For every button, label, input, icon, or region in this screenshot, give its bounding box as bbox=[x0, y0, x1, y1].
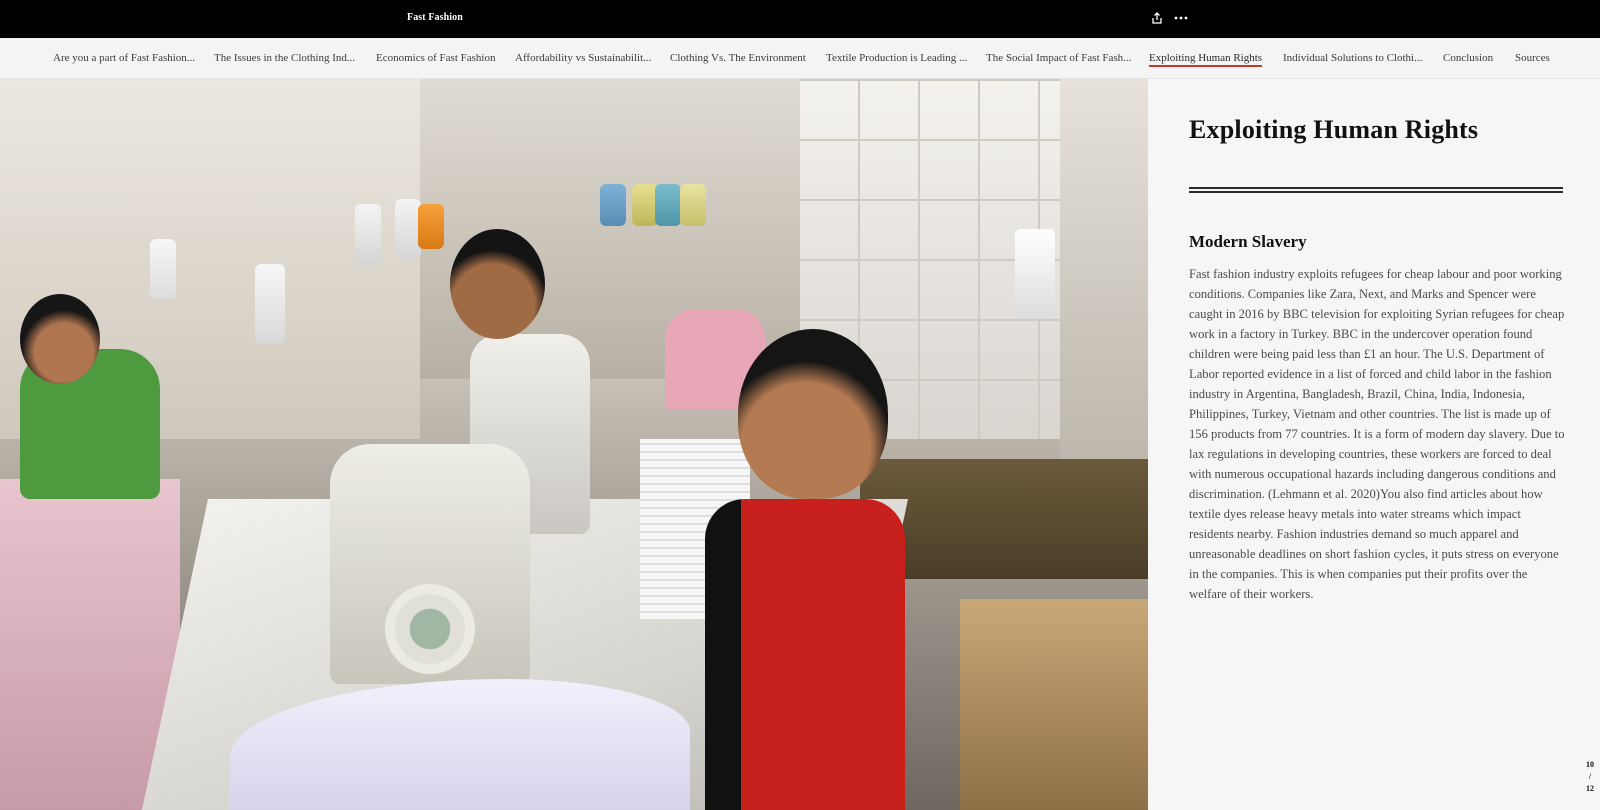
page-indicator: 10 / 12 bbox=[1583, 759, 1597, 795]
nav-item-textile-production[interactable]: Textile Production is Leading ... bbox=[826, 52, 967, 64]
nav-item-affordability[interactable]: Affordability vs Sustainabilit... bbox=[515, 52, 651, 64]
nav-item-exploiting-human-rights[interactable]: Exploiting Human Rights bbox=[1149, 52, 1263, 67]
heading-divider bbox=[1189, 187, 1563, 193]
nav-item-issues-clothing[interactable]: The Issues in the Clothing Ind... bbox=[214, 52, 355, 64]
body-paragraph: Fast fashion industry exploits refugees … bbox=[1189, 267, 1565, 601]
nav-item-sources[interactable]: Sources bbox=[1515, 52, 1550, 64]
main-photo bbox=[0, 79, 1148, 810]
nav-item-clothing-environment[interactable]: Clothing Vs. The Environment bbox=[670, 52, 806, 64]
nav-item-social-impact[interactable]: The Social Impact of Fast Fash... bbox=[986, 52, 1131, 64]
more-icon[interactable] bbox=[1172, 11, 1190, 25]
section-subheading: Modern Slavery bbox=[1189, 232, 1307, 251]
nav-item-economics[interactable]: Economics of Fast Fashion bbox=[376, 52, 495, 64]
content-panel: Exploiting Human Rights Modern Slavery F… bbox=[1148, 79, 1600, 810]
site-title[interactable]: Fast Fashion bbox=[407, 12, 463, 23]
nav-item-are-you-a-part[interactable]: Are you a part of Fast Fashion... bbox=[53, 52, 195, 64]
share-icon[interactable] bbox=[1150, 11, 1164, 25]
page-current: 10 bbox=[1586, 760, 1594, 769]
nav-item-conclusion[interactable]: Conclusion bbox=[1443, 52, 1493, 64]
section-nav: Are you a part of Fast Fashion... The Is… bbox=[0, 38, 1600, 79]
page-separator: / bbox=[1588, 772, 1592, 781]
nav-item-individual-solutions[interactable]: Individual Solutions to Clothi... bbox=[1283, 52, 1422, 64]
top-header: Fast Fashion bbox=[0, 0, 1600, 38]
section-heading: Exploiting Human Rights bbox=[1189, 115, 1479, 144]
page-total: 12 bbox=[1586, 784, 1594, 793]
